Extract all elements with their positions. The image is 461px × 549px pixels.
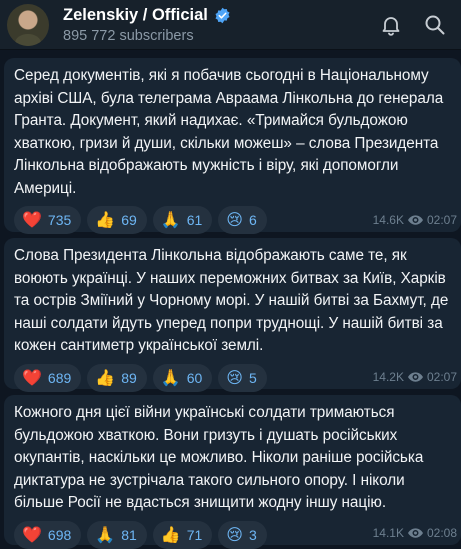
channel-title: Zelenskiy / Official bbox=[63, 5, 208, 24]
reaction-heart[interactable]: ❤️ 735 bbox=[14, 206, 82, 234]
reaction-heart[interactable]: ❤️ 689 bbox=[14, 363, 82, 392]
heart-icon: ❤️ bbox=[22, 367, 42, 387]
view-count: 14.6K bbox=[372, 213, 404, 227]
reaction-cry[interactable]: 😢 5 bbox=[218, 363, 267, 392]
thumbs-up-icon: 👍 bbox=[95, 210, 116, 229]
reaction-cry[interactable]: 😢 3 bbox=[218, 520, 267, 549]
pray-icon: 🙏 bbox=[95, 524, 116, 544]
reaction-pray[interactable]: 🙏 61 bbox=[152, 206, 213, 234]
post-meta: 14.6K 02:07 bbox=[373, 213, 457, 227]
search-icon[interactable] bbox=[423, 13, 447, 37]
crying-face-icon: 😢 bbox=[226, 524, 243, 544]
channel-post[interactable]: Слова Президента Лінкольна відображають … bbox=[4, 238, 461, 392]
reaction-count: 61 bbox=[186, 212, 203, 228]
reaction-heart[interactable]: ❤️ 698 bbox=[14, 520, 82, 549]
reaction-count: 698 bbox=[47, 526, 72, 543]
crying-face-icon: 😢 bbox=[226, 367, 243, 387]
reaction-count: 689 bbox=[47, 369, 72, 386]
reaction-count: 6 bbox=[248, 212, 257, 228]
pray-icon: 🙏 bbox=[160, 210, 181, 229]
post-text: Серед документів, які я побачив сьогодні… bbox=[14, 67, 444, 197]
post-meta: 14.2K 02:07 bbox=[373, 370, 457, 384]
message-feed: Серед документів, які я побачив сьогодні… bbox=[0, 58, 461, 549]
eye-icon bbox=[407, 528, 423, 538]
thumbs-up-icon: 👍 bbox=[95, 367, 116, 387]
crying-face-icon: 😢 bbox=[226, 210, 243, 229]
reaction-count: 60 bbox=[186, 369, 203, 386]
reaction-cry[interactable]: 😢 6 bbox=[218, 206, 267, 234]
reaction-thumbs-up[interactable]: 👍 89 bbox=[87, 363, 147, 392]
view-count: 14.2K bbox=[372, 370, 404, 384]
reaction-thumbs-up[interactable]: 👍 69 bbox=[87, 206, 147, 234]
post-time: 02:07 bbox=[426, 213, 457, 227]
heart-icon: ❤️ bbox=[22, 524, 42, 544]
reaction-count: 71 bbox=[186, 526, 203, 543]
verified-icon bbox=[215, 7, 230, 23]
reaction-count: 5 bbox=[248, 369, 257, 386]
reaction-count: 3 bbox=[248, 526, 257, 543]
reaction-count: 81 bbox=[121, 526, 137, 543]
channel-avatar[interactable] bbox=[7, 3, 49, 46]
heart-icon: ❤️ bbox=[22, 210, 42, 229]
subscriber-count: 895 772 subscribers bbox=[63, 27, 194, 44]
reaction-count: 735 bbox=[47, 212, 72, 228]
reaction-pray[interactable]: 🙏 60 bbox=[152, 363, 213, 392]
eye-icon bbox=[407, 372, 423, 382]
eye-icon bbox=[407, 215, 423, 225]
reaction-count: 69 bbox=[121, 212, 137, 228]
channel-info[interactable]: Zelenskiy / Official 895 772 subscribers bbox=[63, 6, 379, 44]
channel-post[interactable]: Кожного дня цієї війни українські солдат… bbox=[4, 395, 461, 549]
bell-icon[interactable] bbox=[379, 13, 403, 37]
channel-header: Zelenskiy / Official 895 772 subscribers bbox=[0, 0, 461, 50]
post-time: 02:07 bbox=[426, 370, 457, 384]
post-text: Кожного дня цієї війни українські солдат… bbox=[14, 404, 424, 511]
channel-post[interactable]: Серед документів, які я побачив сьогодні… bbox=[4, 58, 461, 234]
reaction-count: 89 bbox=[121, 369, 137, 386]
reaction-pray[interactable]: 🙏 81 bbox=[87, 520, 147, 549]
post-text: Слова Президента Лінкольна відображають … bbox=[14, 247, 449, 354]
reaction-thumbs-up[interactable]: 👍 71 bbox=[152, 520, 213, 549]
pray-icon: 🙏 bbox=[160, 367, 181, 387]
thumbs-up-icon: 👍 bbox=[160, 524, 181, 544]
